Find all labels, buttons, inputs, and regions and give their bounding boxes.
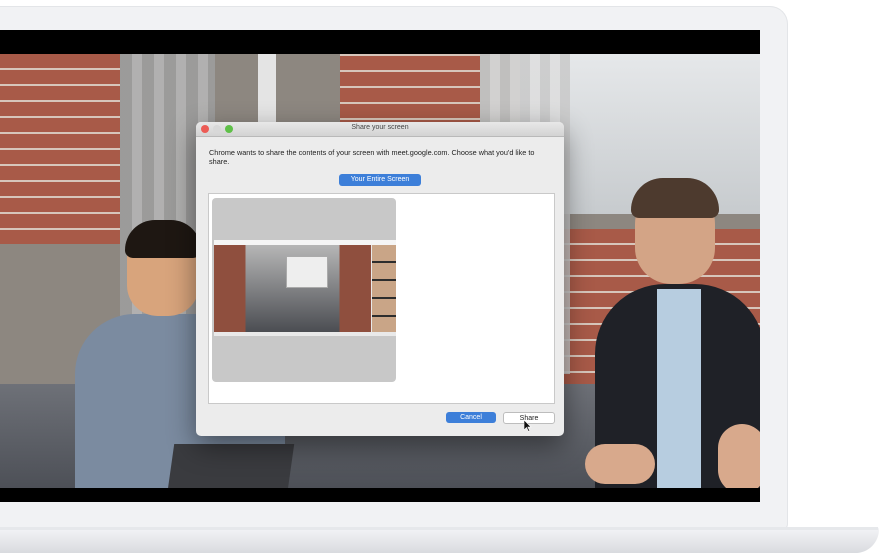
mouse-cursor-icon: [524, 420, 532, 432]
dialog-title: Share your screen: [351, 124, 409, 131]
laptop-base: [0, 527, 879, 553]
person-right-hair: [631, 178, 719, 218]
preview-participants: [372, 245, 396, 332]
brick-wall-left: [0, 54, 120, 244]
person-right-shirt: [657, 289, 701, 488]
screen-preview: [214, 240, 396, 336]
laptop-on-lap: [165, 444, 295, 488]
tab-entire-screen[interactable]: Your Entire Screen: [339, 174, 421, 186]
share-screen-dialog: Share your screen Chrome wants to share …: [196, 122, 564, 436]
laptop-base-edge: [0, 527, 878, 530]
hand-left: [585, 444, 655, 484]
cancel-button[interactable]: Cancel: [446, 412, 496, 423]
hand-right: [718, 424, 760, 488]
screen-picker-panel: [208, 193, 555, 404]
screen-thumbnail[interactable]: [212, 198, 396, 382]
dialog-titlebar: Share your screen: [196, 122, 564, 137]
preview-dialog: [286, 256, 328, 288]
person-left-hair: [125, 220, 201, 258]
dialog-message: Chrome wants to share the contents of yo…: [209, 148, 535, 166]
